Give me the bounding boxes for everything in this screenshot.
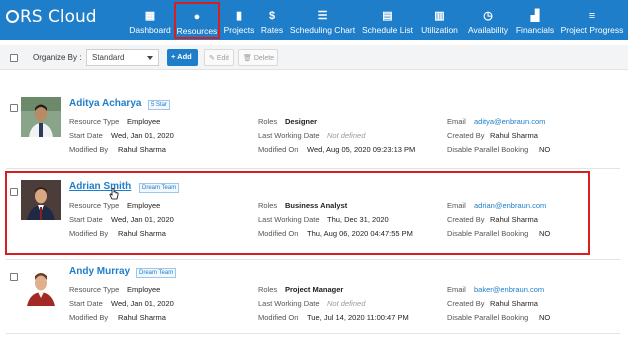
row-divider [6,259,620,260]
start-date-label: Start Date [69,131,103,140]
roles-value: Project Manager [285,285,344,294]
trash-icon: 🗑 [243,55,252,62]
chart-bars-icon: ☰ [317,10,328,22]
nav-label: Resources [176,26,218,36]
resource-badge: Dream Team [136,268,177,278]
nav-rates[interactable]: $ Rates [259,0,285,40]
nav-label: Rates [260,25,284,35]
document-icon: ▮ [235,10,243,22]
nav-label: Financials [515,25,555,35]
edit-button[interactable]: ✎ Edit [204,49,234,66]
start-date-label: Start Date [69,299,103,308]
resource-badge: 5 Star [148,100,171,110]
roles-label: Roles [258,285,278,294]
hand-cursor-icon [109,188,119,200]
organize-by-value: Standard [92,53,125,62]
roles-value: Designer [285,117,318,126]
modified-on-value: Tue, Jul 14, 2020 11:00:47 PM [307,313,409,322]
email-label: Email [447,117,466,126]
progress-icon: ≡ [588,10,596,22]
nav-label: Project Progress [560,25,624,35]
avatar [21,266,61,306]
email-label: Email [447,285,466,294]
created-by-label: Created By [447,131,485,140]
app-logo[interactable]: RS Cloud [6,7,97,27]
created-by-value: Rahul Sharma [490,299,538,308]
row-checkbox[interactable] [10,273,18,281]
top-nav-bar: RS Cloud ▦ Dashboard ● Resources ▮ Proje… [0,0,628,40]
organize-by-label: Organize By : [33,53,82,62]
nav-label: Availability [467,25,508,35]
resource-name[interactable]: Andy Murray [69,266,130,277]
last-working-date-value: Not defined [327,299,366,308]
modified-on-value: Wed, Aug 05, 2020 09:23:13 PM [307,145,416,154]
nav-utilization[interactable]: ▥ Utilization [417,0,462,40]
logo-text: RS Cloud [20,7,97,27]
nav-project-progress[interactable]: ≡ Project Progress [559,0,625,40]
email-value[interactable]: aditya@enbraun.com [474,117,545,126]
row-checkbox[interactable] [10,104,18,112]
add-button[interactable]: + Add [167,49,198,66]
modified-on-label: Modified On [258,145,299,154]
nav-label: Schedule List [361,25,414,35]
resource-type-label: Resource Type [69,117,120,126]
nav-scheduling-chart[interactable]: ☰ Scheduling Chart [288,0,357,40]
last-working-date-label: Last Working Date [258,131,320,140]
disable-parallel-label: Disable Parallel Booking [447,313,529,322]
delete-label: Delete [253,55,275,62]
nav-financials[interactable]: ▟ Financials [513,0,557,40]
nav-schedule-list[interactable]: ▤ Schedule List [360,0,415,40]
highlight-frame [5,171,590,255]
email-value[interactable]: baker@enbraun.com [474,285,544,294]
nav-label: Dashboard [129,25,171,35]
nav-availability[interactable]: ◷ Availability [464,0,512,40]
row-divider [6,333,620,334]
caret-down-icon [147,56,153,60]
disable-parallel-label: Disable Parallel Booking [447,145,529,154]
modified-by-value: Rahul Sharma [118,313,166,322]
select-all-checkbox[interactable] [10,54,18,62]
row-divider [6,168,620,169]
resource-type-value: Employee [127,285,161,294]
start-date-value: Wed, Jan 01, 2020 [111,299,174,308]
roles-label: Roles [258,117,278,126]
modified-by-value: Rahul Sharma [118,145,166,154]
delete-button[interactable]: 🗑 Delete [238,49,278,66]
resource-name[interactable]: Aditya Acharya [69,98,141,109]
last-working-date-label: Last Working Date [258,299,320,308]
disable-parallel-value: NO [539,313,551,322]
organize-by-select[interactable]: Standard [86,49,159,66]
dollar-icon: $ [268,10,276,22]
resource-type-label: Resource Type [69,285,120,294]
avatar [21,97,61,137]
disable-parallel-value: NO [539,145,551,154]
created-by-value: Rahul Sharma [490,131,538,140]
nav-dashboard[interactable]: ▦ Dashboard [128,0,172,40]
created-by-label: Created By [447,299,485,308]
clock-icon: ◷ [483,10,493,22]
nav-label: Scheduling Chart [289,25,356,35]
financial-chart-icon: ▟ [530,10,540,22]
edit-label: Edit [216,55,229,62]
nav-label: Projects [223,25,255,35]
logo-e-icon [6,10,19,23]
last-working-date-value: Not defined [327,131,366,140]
column-chart-icon: ▥ [434,10,445,22]
modified-by-label: Modified By [69,145,109,154]
edit-icon: ✎ [209,55,215,62]
user-icon: ● [193,11,201,23]
bar-chart-icon: ▦ [144,10,156,22]
start-date-value: Wed, Jan 01, 2020 [111,131,174,140]
nav-label: Utilization [421,25,458,35]
modified-on-label: Modified On [258,313,299,322]
nav-projects[interactable]: ▮ Projects [222,0,256,40]
nav-resources[interactable]: ● Resources [174,2,220,39]
modified-by-label: Modified By [69,313,109,322]
resource-type-value: Employee [127,117,161,126]
list-icon: ▤ [382,10,393,22]
